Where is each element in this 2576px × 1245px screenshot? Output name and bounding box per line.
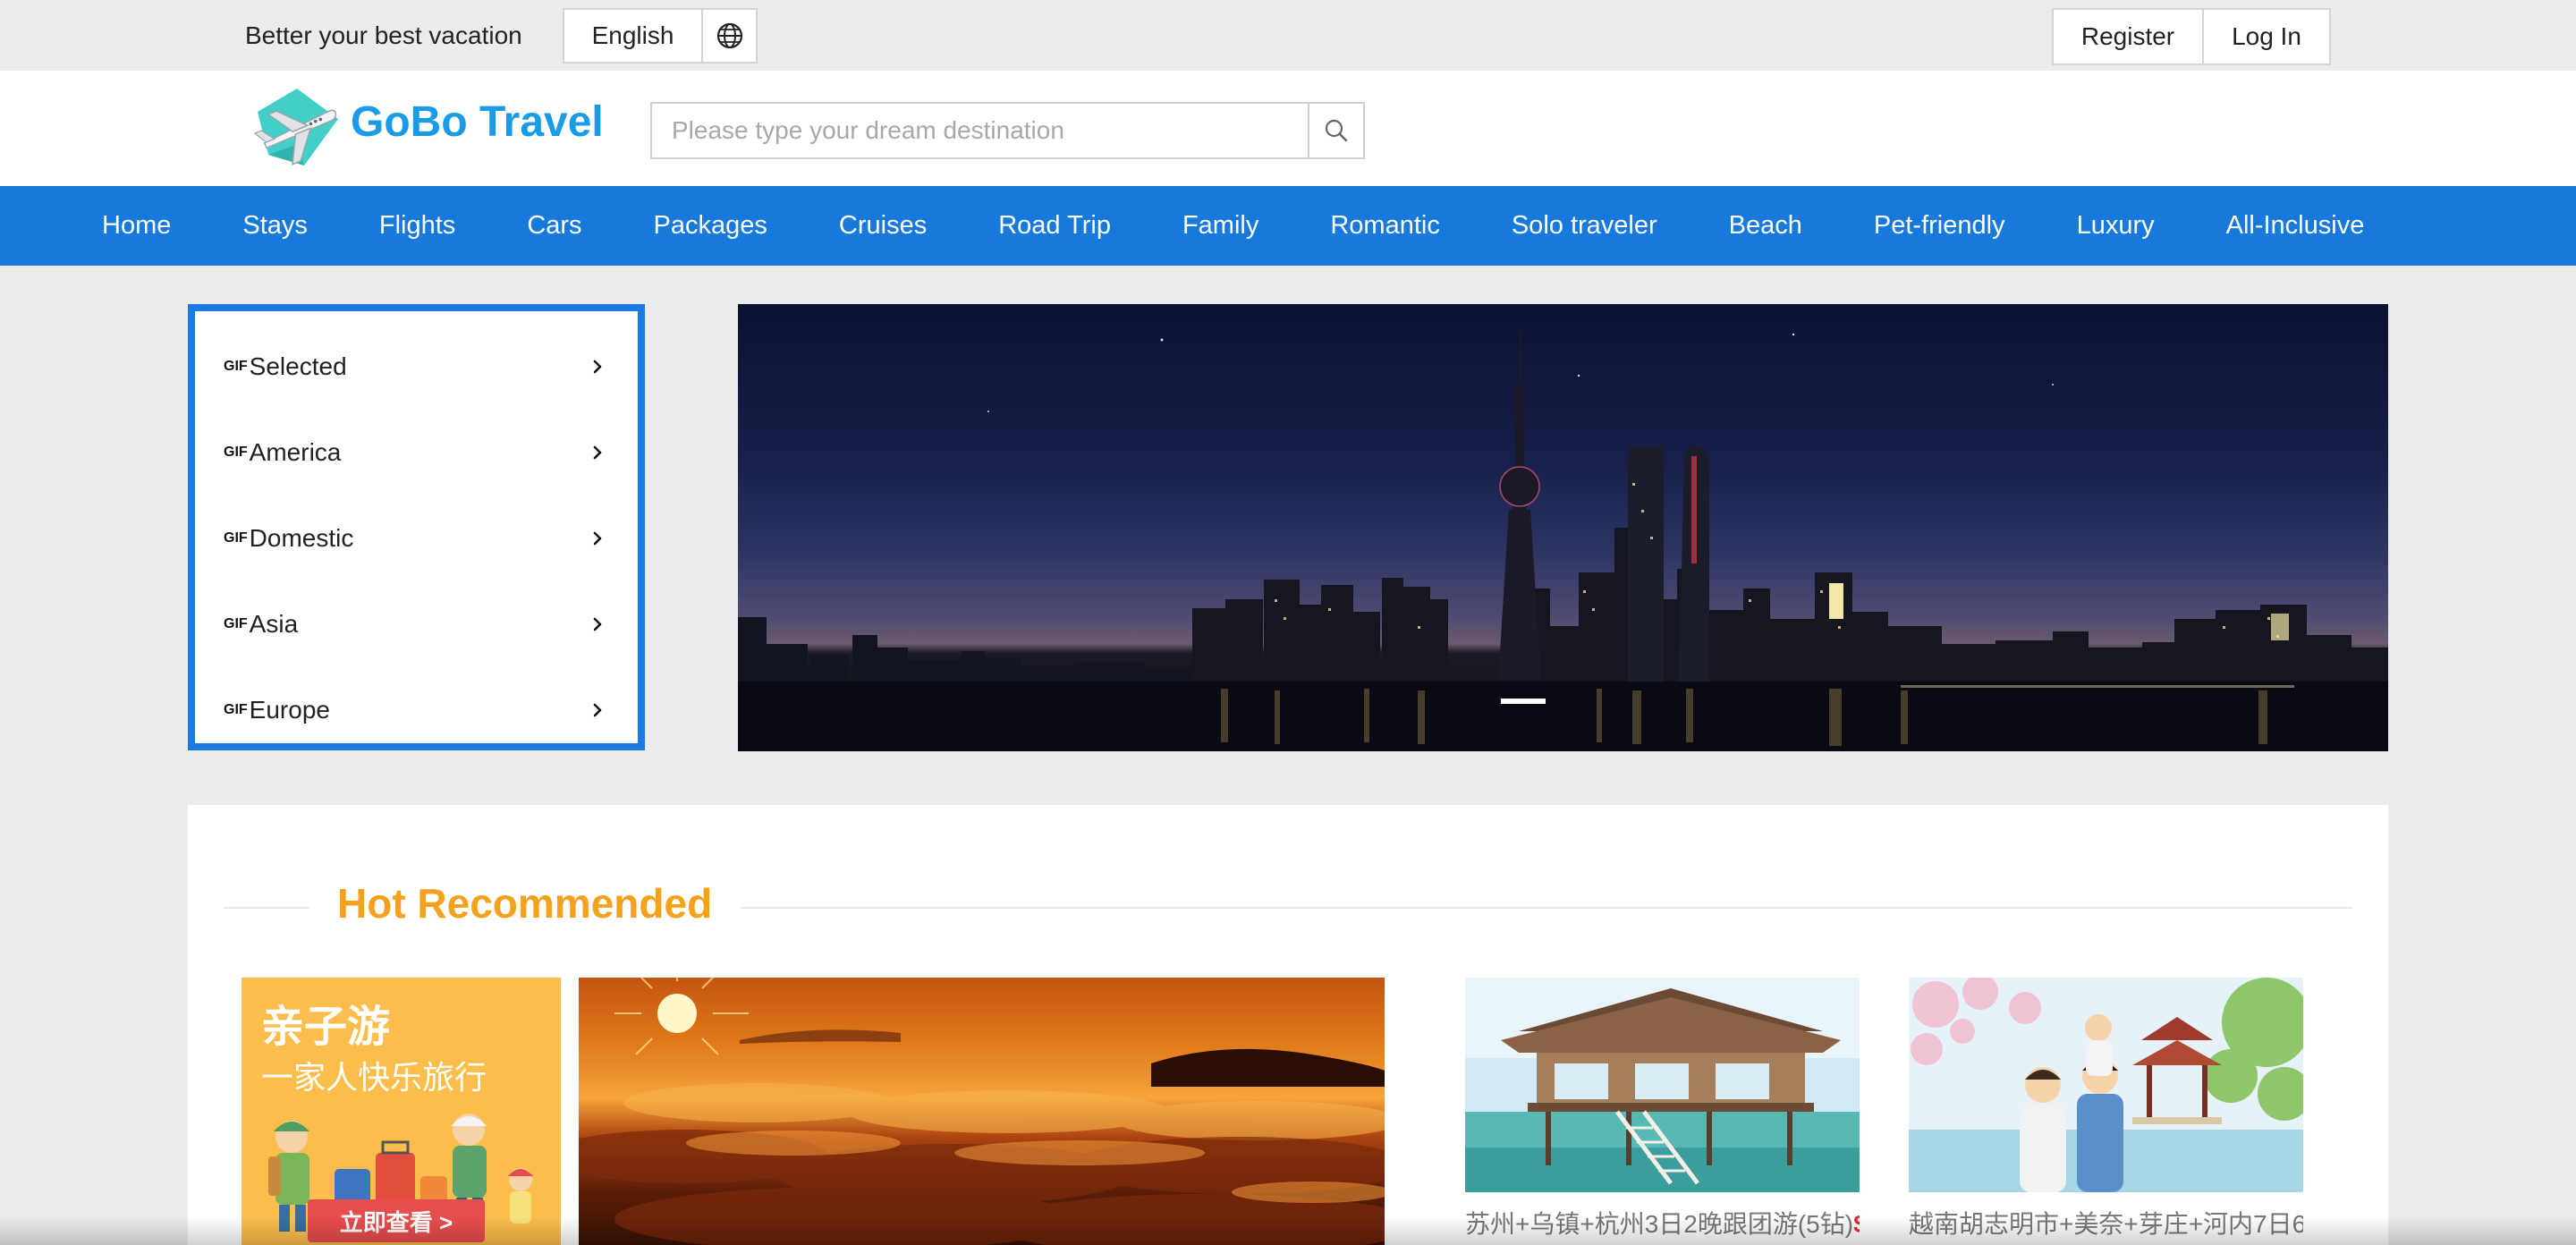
nav-item-flights[interactable]: Flights — [343, 186, 491, 266]
family-pavilion-image[interactable] — [1909, 978, 2303, 1192]
divider — [741, 907, 2352, 909]
gif-badge: GIF — [224, 616, 248, 631]
nav-item-pet-friendly[interactable]: Pet-friendly — [1838, 186, 2041, 266]
search-button[interactable] — [1308, 104, 1363, 157]
category-label: Domestic — [249, 524, 354, 552]
nav-item-packages[interactable]: Packages — [618, 186, 803, 266]
gif-badge: GIF — [224, 445, 248, 460]
nav-item-stays[interactable]: Stays — [207, 186, 343, 266]
tagline: Better your best vacation — [245, 21, 522, 49]
nav-item-beach[interactable]: Beach — [1693, 186, 1838, 266]
login-button[interactable]: Log In — [2204, 10, 2329, 64]
category-label: Asia — [249, 610, 299, 638]
airplane-icon[interactable] — [249, 85, 345, 167]
nav-item-cars[interactable]: Cars — [491, 186, 617, 266]
nav-item-all-inclusive[interactable]: All-Inclusive — [2190, 186, 2401, 266]
gif-badge: GIF — [224, 702, 248, 717]
chevron-right-icon — [593, 360, 602, 374]
globe-icon[interactable] — [703, 10, 756, 62]
hero-banner[interactable] — [738, 304, 2388, 751]
price-symbol: $ — [1853, 1210, 1860, 1238]
tour-title[interactable]: 苏州+乌镇+杭州3日2晚跟团游(5钻)$ — [1465, 1208, 1860, 1241]
nav-item-home[interactable]: Home — [66, 186, 207, 266]
register-button[interactable]: Register — [2054, 10, 2204, 64]
tour-card[interactable]: 苏州+乌镇+杭州3日2晚跟团游(5钻)$ — [1465, 978, 1860, 1241]
auth-buttons: Register Log In — [2052, 8, 2331, 65]
category-label: America — [249, 438, 342, 466]
family-pavilion-illustration — [1909, 978, 2303, 1192]
view-now-button[interactable]: 立即查看 > — [308, 1199, 485, 1242]
water-villa-illustration — [1465, 978, 1860, 1192]
category-item-selected[interactable]: GIF Selected — [195, 324, 638, 410]
gif-badge: GIF — [224, 359, 248, 374]
gif-badge: GIF — [224, 530, 248, 546]
tour-title-text: 苏州+乌镇+杭州3日2晚跟团游(5钻) — [1465, 1210, 1854, 1238]
header: GoBo Travel — [0, 71, 2576, 186]
search-icon — [1325, 119, 1348, 142]
tour-card[interactable]: 越南胡志明市+美奈+芽庄+河内7日6晚 — [1909, 978, 2303, 1241]
chevron-right-icon — [593, 445, 602, 460]
nav-item-road-trip[interactable]: Road Trip — [962, 186, 1147, 266]
tour-title[interactable]: 越南胡志明市+美奈+芽庄+河内7日6晚 — [1909, 1208, 2303, 1241]
search-bar — [650, 102, 1365, 159]
nav-item-cruises[interactable]: Cruises — [803, 186, 962, 266]
divider — [224, 907, 309, 909]
chevron-right-icon — [593, 617, 602, 631]
main-nav: Home Stays Flights Cars Packages Cruises… — [0, 186, 2576, 266]
category-item-europe[interactable]: GIF Europe — [195, 667, 638, 753]
language-label[interactable]: English — [564, 10, 703, 62]
category-menu: GIF Selected GIF America GIF Domestic GI… — [188, 304, 645, 750]
chevron-right-icon — [593, 703, 602, 717]
carousel-indicator-active[interactable] — [1501, 699, 1546, 704]
hot-recommended-section: Hot Recommended 亲子游 一家人快乐旅行 立即查看 > 苏州+乌镇… — [188, 805, 2388, 1245]
sea-of-clouds-image[interactable] — [579, 978, 1385, 1245]
category-item-america[interactable]: GIF America — [195, 410, 638, 495]
chevron-right-icon — [593, 531, 602, 546]
category-item-domestic[interactable]: GIF Domestic — [195, 495, 638, 581]
nav-item-solo-traveler[interactable]: Solo traveler — [1476, 186, 1693, 266]
tour-title-text: 越南胡志明市+美奈+芽庄+河内7日6晚 — [1909, 1210, 2303, 1238]
nav-item-romantic[interactable]: Romantic — [1294, 186, 1476, 266]
category-item-asia[interactable]: GIF Asia — [195, 581, 638, 667]
sunset-clouds-illustration — [579, 978, 1385, 1245]
search-input[interactable] — [652, 104, 1308, 157]
city-skyline-image — [738, 331, 2388, 751]
family-trip-promo[interactable]: 亲子游 一家人快乐旅行 立即查看 > — [242, 978, 561, 1245]
top-bar: Better your best vacation English Regist… — [0, 0, 2576, 71]
category-label: Selected — [249, 352, 347, 380]
section-title: Hot Recommended — [337, 880, 713, 927]
water-villa-image[interactable] — [1465, 978, 1860, 1192]
category-label: Europe — [249, 696, 330, 724]
nav-item-family[interactable]: Family — [1147, 186, 1294, 266]
logo-text[interactable]: GoBo Travel — [351, 96, 604, 149]
language-selector[interactable]: English — [563, 8, 758, 64]
nav-item-luxury[interactable]: Luxury — [2041, 186, 2190, 266]
